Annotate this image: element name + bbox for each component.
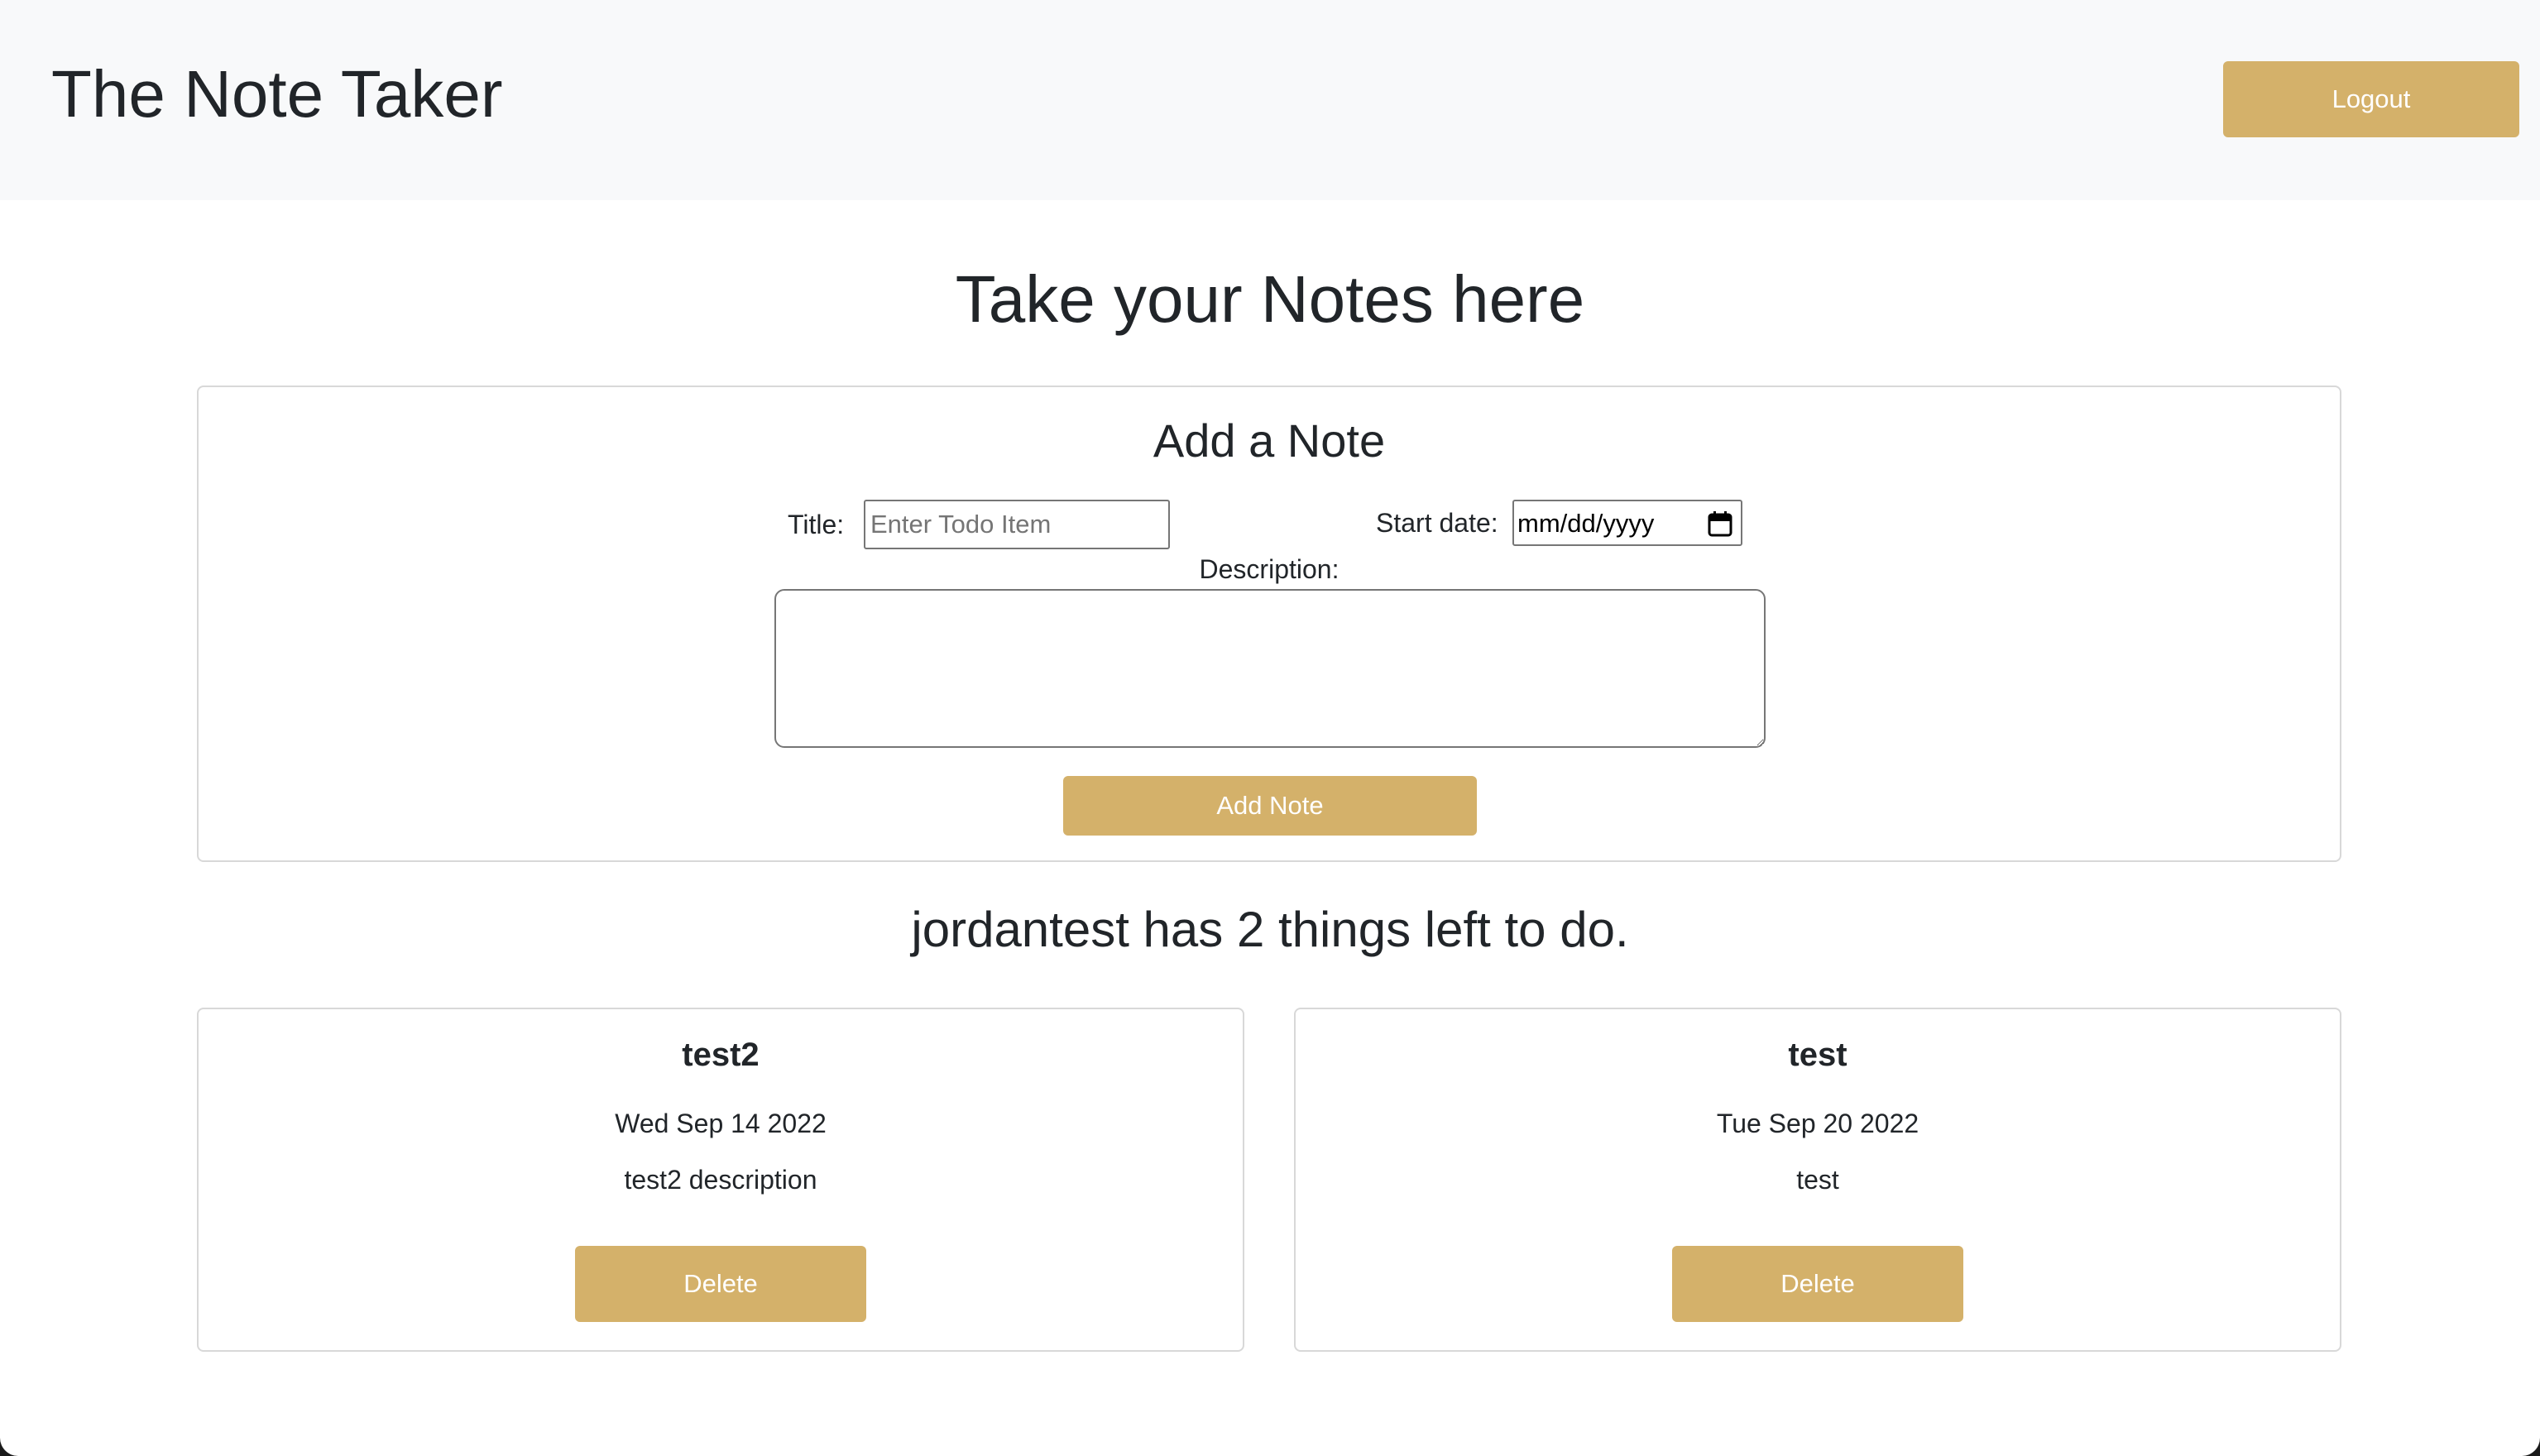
navbar: The Note Taker Logout [0, 0, 2540, 200]
brand-title: The Note Taker [51, 57, 503, 131]
note-title: test2 [682, 1037, 760, 1073]
title-label: Title: [788, 510, 845, 539]
start-date-label: Start date: [1376, 508, 1498, 538]
note-description: test2 description [624, 1165, 817, 1195]
note-date: Tue Sep 20 2022 [1716, 1109, 1919, 1138]
remaining-count-heading: jordantest has 2 things left to do. [911, 902, 1629, 957]
note-card: test Tue Sep 20 2022 test Delete [1294, 1008, 2341, 1352]
logout-button[interactable]: Logout [2223, 61, 2519, 137]
description-label: Description: [1199, 554, 1339, 584]
page-heading: Take your Notes here [955, 262, 1585, 336]
delete-note-button[interactable]: Delete [575, 1246, 866, 1322]
note-card: test2 Wed Sep 14 2022 test2 description … [197, 1008, 1244, 1352]
start-date-placeholder: mm/dd/yyyy [1517, 509, 1655, 538]
note-description: test [1796, 1165, 1839, 1195]
calendar-icon[interactable] [1708, 510, 1732, 537]
add-note-title: Add a Note [1153, 414, 1386, 467]
add-note-button[interactable]: Add Note [1063, 776, 1477, 836]
description-textarea[interactable] [774, 589, 1766, 748]
note-title: test [1788, 1037, 1847, 1073]
title-input[interactable] [864, 500, 1170, 549]
delete-note-button[interactable]: Delete [1672, 1246, 1963, 1322]
note-date: Wed Sep 14 2022 [615, 1109, 827, 1138]
page: The Note Taker Logout Take your Notes he… [0, 0, 2540, 1456]
start-date-input[interactable]: mm/dd/yyyy [1512, 500, 1742, 546]
add-note-card: Add a Note Title: Start date: mm/dd/yyyy… [197, 386, 2341, 862]
